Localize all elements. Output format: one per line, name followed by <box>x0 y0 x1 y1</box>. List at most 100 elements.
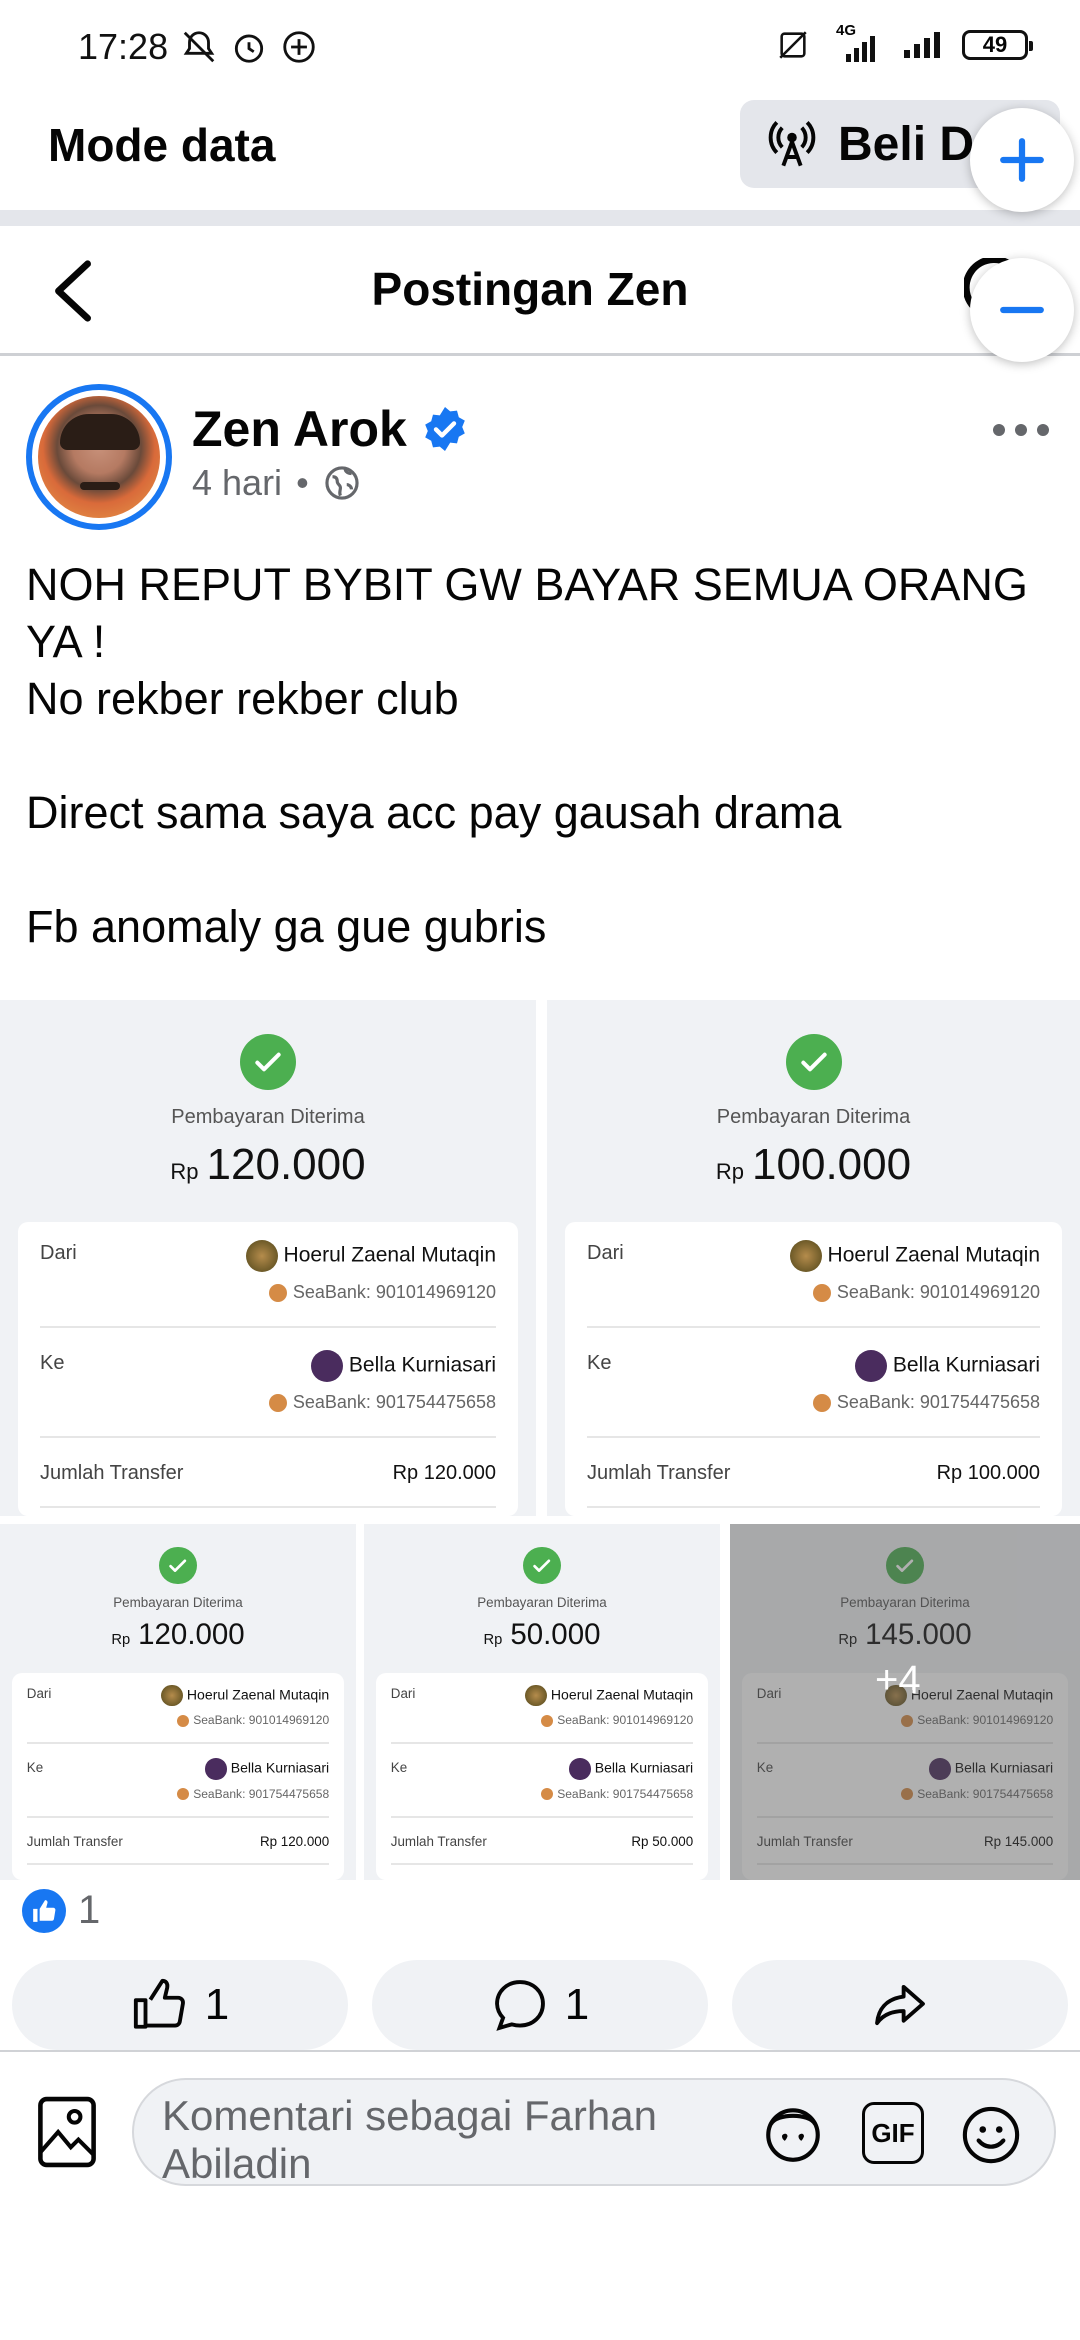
receipt-amount-value: 120.000 <box>206 1140 366 1189</box>
signal-icon <box>904 32 940 58</box>
post-text-line <box>26 841 1056 898</box>
seabank-icon <box>177 1714 190 1727</box>
from-account-text: SeaBank: 901014969120 <box>292 1282 496 1302</box>
to-name: Bella Kurniasari <box>205 1758 330 1780</box>
to-account-text: SeaBank: 901754475658 <box>836 1392 1040 1412</box>
reaction-summary[interactable]: 1 <box>22 1888 100 1933</box>
share-button[interactable] <box>732 1960 1068 2050</box>
from-account-text: SeaBank: 901014969120 <box>836 1282 1040 1302</box>
verified-badge-icon <box>425 407 465 451</box>
post-text-line: YA ! <box>26 616 106 667</box>
total-label: Jumlah Transfer <box>390 1833 487 1849</box>
seabank-icon <box>541 1788 554 1801</box>
like-reaction-icon <box>22 1888 66 1933</box>
zoom-out-button[interactable] <box>970 258 1074 362</box>
recipient-avatar <box>854 1350 887 1382</box>
receipt-image[interactable]: Pembayaran Diterima Rp 100.000 Dari Hoeru… <box>547 1000 1080 1516</box>
more-photos-overlay[interactable]: +4 <box>730 1524 1080 1880</box>
receipt-caption: Pembayaran Diterima <box>171 1106 365 1128</box>
receipt-caption: Pembayaran Diterima <box>113 1595 243 1611</box>
receipt-image[interactable]: Pembayaran Diterima Rp 120.000 Dari Hoeru… <box>0 1000 536 1516</box>
sender-avatar <box>525 1684 547 1707</box>
add-circle-icon <box>283 31 315 63</box>
receipt-image[interactable]: Pembayaran Diterima Rp 120.000 Dari Hoeru… <box>0 1524 356 1880</box>
check-circle-icon <box>523 1546 561 1585</box>
meta-separator: • <box>296 462 309 503</box>
thumbs-up-icon <box>133 1978 185 2029</box>
from-account-text: SeaBank: 901014969120 <box>557 1712 694 1727</box>
grid-gap <box>0 1516 1080 1524</box>
comment-placeholder: Komentari sebagai Farhan Abiladin <box>162 2092 657 2186</box>
to-name-text: Bella Kurniasari <box>230 1759 330 1776</box>
to-label: Ke <box>390 1759 408 1775</box>
grid-gap <box>536 1000 547 1516</box>
receipt-currency: Rp <box>170 1159 199 1184</box>
total-value: Rp 50.000 <box>631 1833 694 1849</box>
mode-data-title: Mode data <box>48 119 276 171</box>
photo-attach-icon[interactable] <box>36 2094 98 2170</box>
post-text-line: NOH REPUT BYBIT GW BAYAR SEMUA ORANG <box>26 559 1028 610</box>
avatar-photo <box>38 396 160 518</box>
seabank-icon <box>812 1284 831 1303</box>
to-account: SeaBank: 901754475658 <box>812 1392 1040 1413</box>
post-time[interactable]: 4 hari <box>192 462 282 504</box>
receipt-caption: Pembayaran Diterima <box>716 1106 911 1128</box>
from-name-text: Hoerul Zaenal Mutaqin <box>550 1686 694 1703</box>
row-divider <box>26 1742 330 1745</box>
check-circle-icon <box>785 1034 842 1090</box>
from-name: Hoerul Zaenal Mutaqin <box>525 1684 694 1707</box>
no-sim-icon <box>779 31 807 59</box>
to-label: Ke <box>40 1352 65 1374</box>
from-name: Hoerul Zaenal Mutaqin <box>161 1684 330 1707</box>
mute-icon <box>183 31 215 63</box>
receipt-amount: Rp 120.000 <box>0 1618 356 1652</box>
comment-input[interactable]: Komentari sebagai Farhan Abiladin GIF <box>132 2078 1056 2186</box>
from-label: Dari <box>587 1242 624 1264</box>
reaction-count: 1 <box>78 1888 101 1932</box>
status-bar: 17:28 4G 49 <box>0 0 1080 96</box>
receipt-amount: Rp 120.000 <box>0 1140 536 1190</box>
total-value: Rp 120.000 <box>259 1833 330 1849</box>
author-avatar[interactable] <box>26 384 172 530</box>
like-count: 1 <box>204 1980 230 2029</box>
to-name-text: Bella Kurniasari <box>594 1759 694 1776</box>
globe-icon <box>325 466 359 500</box>
zoom-in-button[interactable] <box>970 108 1074 212</box>
alarm-icon <box>234 34 264 63</box>
to-name-text: Bella Kurniasari <box>892 1353 1040 1377</box>
row-divider <box>587 1326 1040 1328</box>
comment-bubble-icon <box>494 1980 545 2031</box>
from-account: SeaBank: 901014969120 <box>177 1713 329 1727</box>
avatar-sticker-icon[interactable] <box>760 2102 826 2168</box>
row-divider <box>390 1742 694 1745</box>
receipt-image[interactable]: Pembayaran Diterima Rp 50.000 Dari Hoerul… <box>364 1524 720 1880</box>
battery-indicator: 49 <box>962 30 1033 60</box>
to-name: Bella Kurniasari <box>569 1758 694 1780</box>
to-name: Bella Kurniasari <box>310 1350 496 1382</box>
more-options-icon[interactable] <box>990 410 1052 450</box>
to-label: Ke <box>26 1759 44 1775</box>
author-name-row[interactable]: Zen Arok <box>192 400 469 458</box>
receipt-details-card: Dari Hoerul Zaenal Mutaqin SeaBank: 9010… <box>12 1672 344 1880</box>
status-icons-right: 4G 49 <box>776 22 1033 62</box>
from-account: SeaBank: 901014969120 <box>812 1282 1040 1303</box>
gif-button[interactable]: GIF <box>862 2102 924 2164</box>
sender-avatar <box>789 1240 822 1272</box>
total-label: Jumlah Transfer <box>40 1462 184 1484</box>
receipt-amount: Rp 50.000 <box>364 1618 720 1652</box>
author-name[interactable]: Zen Arok <box>192 400 407 458</box>
like-button[interactable]: 1 <box>12 1960 348 2050</box>
status-time: 17:28 <box>78 26 169 67</box>
post-text-line: Direct sama saya acc pay gausah drama <box>26 787 842 838</box>
receipt-amount: Rp 100.000 <box>547 1140 1080 1190</box>
grid-gap <box>720 1524 730 1880</box>
comment-button[interactable]: 1 <box>372 1960 708 2050</box>
receipt-image[interactable]: Pembayaran Diterima Rp 145.000 Dari Hoeru… <box>730 1524 1080 1880</box>
from-name-text: Hoerul Zaenal Mutaqin <box>186 1686 330 1703</box>
from-label: Dari <box>390 1686 416 1702</box>
recipient-avatar <box>205 1758 227 1780</box>
row-divider <box>40 1436 496 1438</box>
emoji-icon[interactable] <box>958 2102 1024 2168</box>
to-account-text: SeaBank: 901754475658 <box>557 1786 694 1801</box>
from-name: Hoerul Zaenal Mutaqin <box>245 1240 496 1272</box>
